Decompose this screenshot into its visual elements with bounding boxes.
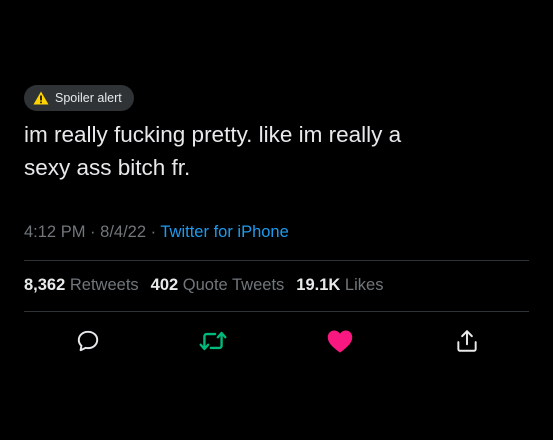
tweet-text-line: im really fucking pretty. like im really… bbox=[24, 122, 402, 147]
spoiler-alert-badge[interactable]: Spoiler alert bbox=[24, 85, 134, 111]
tweet-text: im really fucking pretty. like im really… bbox=[24, 118, 524, 184]
like-button[interactable] bbox=[325, 326, 355, 356]
retweet-button[interactable] bbox=[198, 326, 228, 356]
likes-count: 19.1K bbox=[296, 276, 345, 294]
meta-separator: · bbox=[150, 223, 161, 241]
tweet-meta: 4:12 PM · 8/4/22 · Twitter for iPhone bbox=[24, 223, 289, 242]
share-icon bbox=[457, 330, 477, 352]
tweet-stats: 8,362 Retweets 402 Quote Tweets 19.1K Li… bbox=[24, 276, 395, 295]
spoiler-alert-label: Spoiler alert bbox=[55, 91, 122, 105]
quote-tweets-count: 402 bbox=[150, 276, 183, 294]
heart-icon bbox=[327, 330, 353, 353]
retweets-label: Retweets bbox=[69, 276, 139, 294]
reply-button[interactable] bbox=[73, 326, 103, 356]
divider bbox=[24, 311, 529, 312]
reply-icon bbox=[77, 330, 99, 352]
likes-stat[interactable]: 19.1K Likes bbox=[296, 276, 383, 295]
meta-separator: · bbox=[90, 223, 101, 241]
tweet-detail: Spoiler alert im really fucking pretty. … bbox=[0, 0, 553, 440]
tweet-date[interactable]: 8/4/22 bbox=[100, 223, 146, 241]
divider bbox=[24, 260, 529, 261]
share-button[interactable] bbox=[452, 326, 482, 356]
quote-tweets-label: Quote Tweets bbox=[182, 276, 285, 294]
retweets-stat[interactable]: 8,362 Retweets bbox=[24, 276, 139, 295]
quote-tweets-stat[interactable]: 402 Quote Tweets bbox=[151, 276, 285, 295]
likes-label: Likes bbox=[344, 276, 384, 294]
tweet-time[interactable]: 4:12 PM bbox=[24, 223, 85, 241]
retweets-count: 8,362 bbox=[24, 276, 70, 294]
warning-icon bbox=[33, 91, 49, 105]
retweet-icon bbox=[199, 331, 227, 351]
tweet-text-line: sexy ass bitch fr. bbox=[24, 155, 191, 180]
tweet-source-link[interactable]: Twitter for iPhone bbox=[160, 223, 288, 241]
tweet-actions bbox=[0, 326, 553, 360]
